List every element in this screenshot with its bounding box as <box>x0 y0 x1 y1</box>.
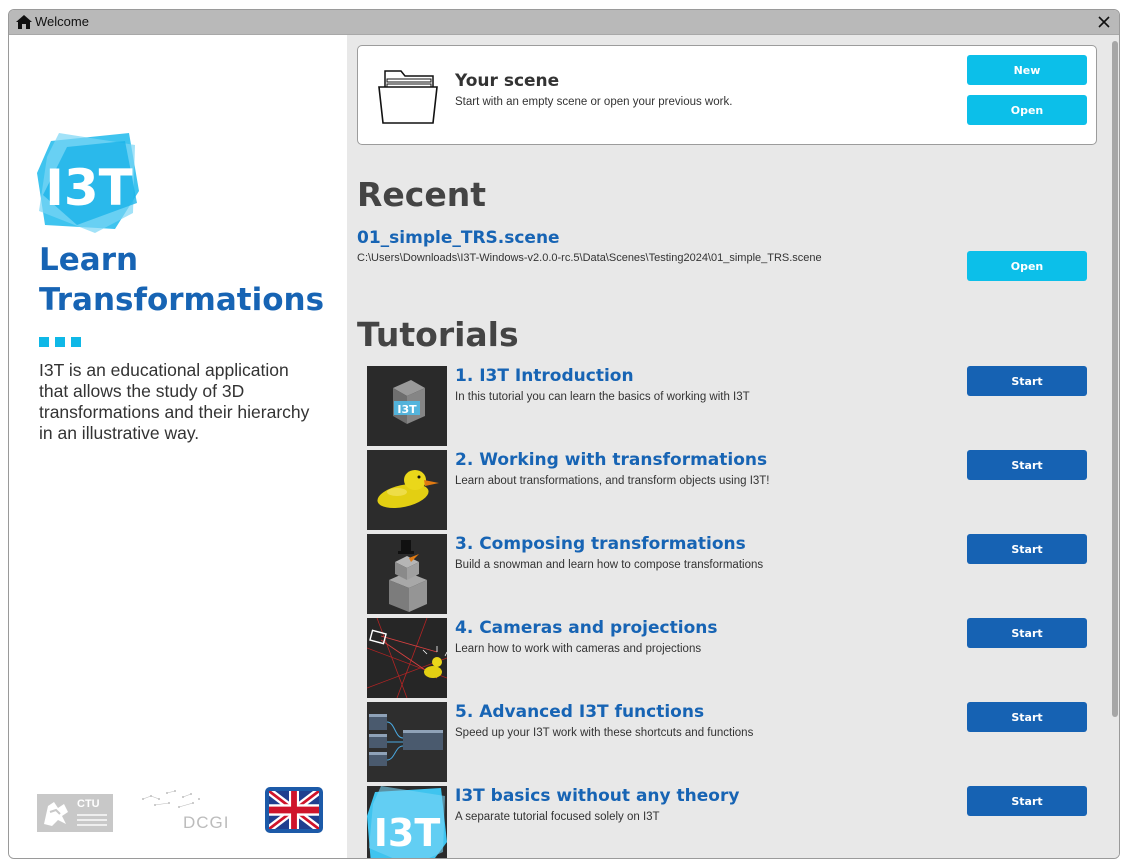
window-title: Welcome <box>35 14 89 29</box>
tutorial-thumbnail <box>367 450 447 530</box>
decorative-dots <box>39 332 87 351</box>
recent-file-path: C:\Users\Downloads\I3T-Windows-v2.0.0-rc… <box>357 252 822 264</box>
new-scene-button[interactable]: New <box>967 55 1087 85</box>
scrollbar[interactable] <box>1109 35 1119 858</box>
home-icon <box>16 15 32 29</box>
start-tutorial-button[interactable]: Start <box>967 450 1087 480</box>
united-kingdom-flag-icon <box>269 791 319 829</box>
tutorial-item: 5. Advanced I3T functions Speed up your … <box>367 702 1097 782</box>
tutorial-title[interactable]: 3. Composing transformations <box>455 534 746 554</box>
i3t-cube-icon: I3T <box>367 366 447 446</box>
sidebar: I3T Learn Transformations I3T is an educ… <box>9 35 347 858</box>
tutorial-item: 3. Composing transformations Build a sno… <box>367 534 1097 614</box>
tutorial-item: I3T 1. I3T Introduction In this tutorial… <box>367 366 1097 446</box>
your-scene-subtitle: Start with an empty scene or open your p… <box>455 96 733 108</box>
i3t-logo-icon: I3T <box>367 786 447 858</box>
recent-heading: Recent <box>357 175 487 214</box>
ctu-lion-icon <box>40 798 72 828</box>
folder-icon <box>378 70 438 124</box>
svg-text:I3T: I3T <box>45 159 133 217</box>
tutorial-thumbnail: I3T <box>367 366 447 446</box>
open-recent-button[interactable]: Open <box>967 251 1087 281</box>
open-scene-button[interactable]: Open <box>967 95 1087 125</box>
welcome-window: Welcome I3T Learn Transformations I3T is… <box>8 9 1120 859</box>
tutorial-item: 2. Working with transformations Learn ab… <box>367 450 1097 530</box>
language-flag-button[interactable] <box>265 787 323 833</box>
tutorial-description: Build a snowman and learn how to compose… <box>455 559 764 571</box>
camera-projection-icon <box>367 618 447 698</box>
svg-text:I3T: I3T <box>397 403 417 416</box>
tutorial-thumbnail <box>367 702 447 782</box>
tutorial-title[interactable]: I3T basics without any theory <box>455 786 739 806</box>
app-description: I3T is an educational application that a… <box>39 360 310 443</box>
snowman-icon <box>367 534 447 614</box>
tutorial-description: A separate tutorial focused solely on I3… <box>455 811 660 823</box>
tutorial-thumbnail <box>367 534 447 614</box>
tutorial-title[interactable]: 5. Advanced I3T functions <box>455 702 704 722</box>
start-tutorial-button[interactable]: Start <box>967 786 1087 816</box>
tutorial-thumbnail: I3T <box>367 786 447 858</box>
title-bar: Welcome <box>9 10 1119 35</box>
dcgi-logo: DCGI <box>133 787 233 835</box>
tutorial-title[interactable]: 2. Working with transformations <box>455 450 767 470</box>
main-panel: Your scene Start with an empty scene or … <box>347 35 1119 858</box>
dcgi-logo-text: DCGI <box>183 813 230 832</box>
scrollbar-thumb[interactable] <box>1112 41 1118 717</box>
tutorial-title[interactable]: 4. Cameras and projections <box>455 618 717 638</box>
ctu-logo-text: CTU <box>77 798 100 810</box>
your-scene-card: Your scene Start with an empty scene or … <box>357 45 1097 145</box>
tutorials-heading: Tutorials <box>357 315 519 354</box>
tutorial-item: I3T I3T basics without any theory A sepa… <box>367 786 1097 858</box>
start-tutorial-button[interactable]: Start <box>967 702 1087 732</box>
ctu-logo: CTU <box>37 794 113 832</box>
tutorial-thumbnail <box>367 618 447 698</box>
start-tutorial-button[interactable]: Start <box>967 534 1087 564</box>
duck-icon <box>367 450 447 530</box>
node-graph-icon <box>367 702 447 782</box>
close-icon[interactable] <box>1095 13 1113 31</box>
recent-file-name[interactable]: 01_simple_TRS.scene <box>357 228 560 248</box>
svg-text:I3T: I3T <box>374 811 441 855</box>
tutorial-description: Learn how to work with cameras and proje… <box>455 643 702 655</box>
your-scene-title: Your scene <box>455 71 560 91</box>
tutorial-description: In this tutorial you can learn the basic… <box>455 391 750 403</box>
app-tagline: Learn Transformations <box>39 242 325 318</box>
tutorial-description: Speed up your I3T work with these shortc… <box>455 727 754 739</box>
start-tutorial-button[interactable]: Start <box>967 618 1087 648</box>
start-tutorial-button[interactable]: Start <box>967 366 1087 396</box>
tutorial-title[interactable]: 1. I3T Introduction <box>455 366 634 386</box>
tutorial-description: Learn about transformations, and transfo… <box>455 475 770 487</box>
tutorial-item: 4. Cameras and projections Learn how to … <box>367 618 1097 698</box>
i3t-logo: I3T <box>37 133 139 233</box>
partner-logos: CTU DCGI <box>37 787 327 837</box>
